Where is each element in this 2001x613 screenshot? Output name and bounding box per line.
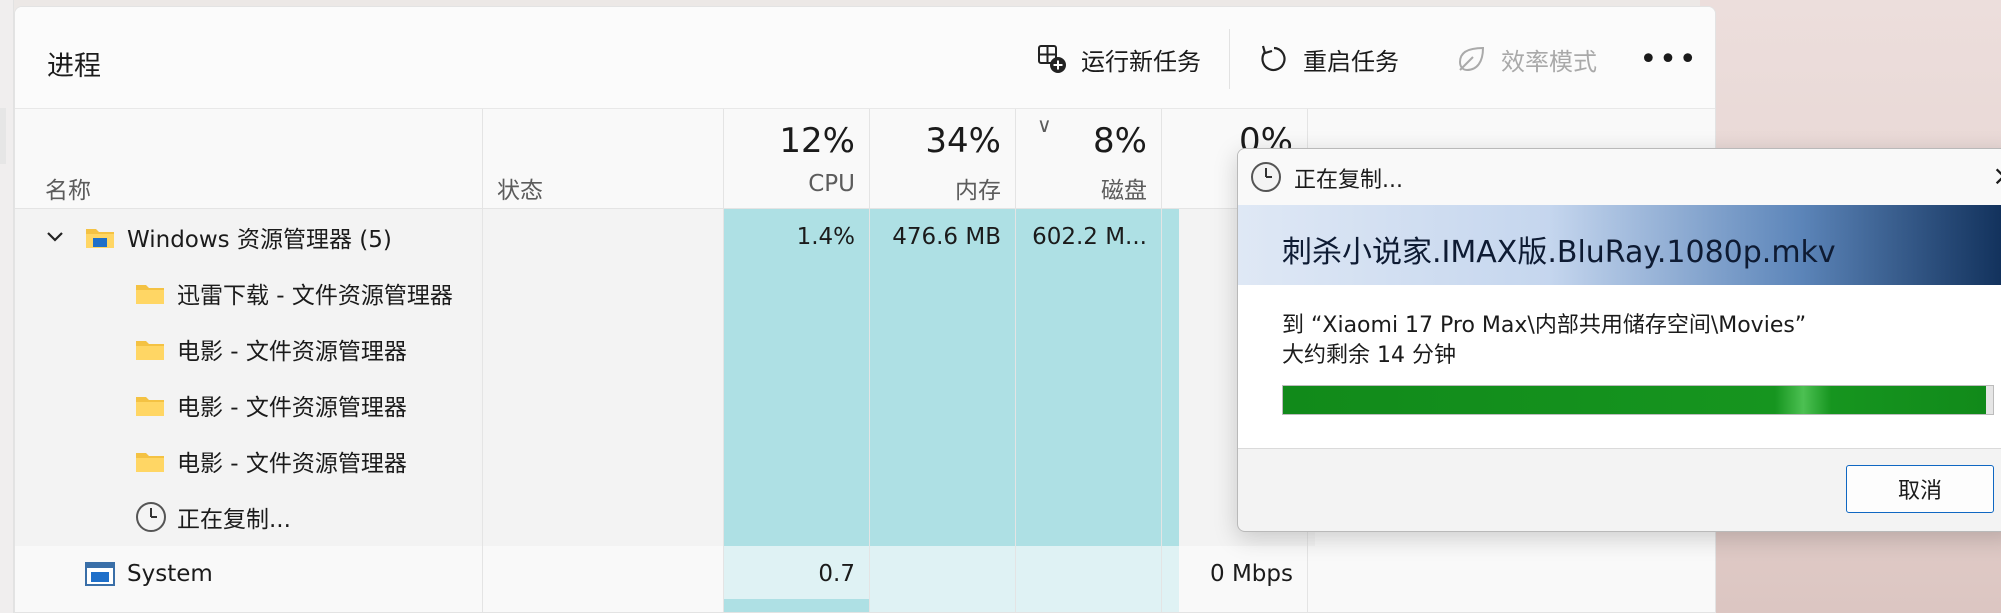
close-icon[interactable]: ×: [1992, 159, 2001, 192]
process-name: 电影 - 文件资源管理器: [177, 395, 407, 421]
chevron-down-icon[interactable]: [45, 227, 65, 247]
cpu-value: 1.4%: [796, 224, 855, 250]
dialog-body: 到 “Xiaomi 17 Pro Max\内部共用储存空间\Movies” 大约…: [1238, 285, 2001, 449]
table-row[interactable]: 迅雷下载 - 文件资源管理器: [15, 265, 1315, 321]
page-title: 进程: [47, 51, 101, 82]
dialog-banner: 刺杀小说家.IMAX版.BluRay.1080p.mkv: [1238, 205, 2001, 285]
process-name-cell: 电影 - 文件资源管理器: [135, 377, 407, 433]
table-row[interactable]: 电影 - 文件资源管理器: [15, 377, 1315, 433]
memory-label: 内存: [955, 178, 1001, 204]
more-options-button[interactable]: •••: [1639, 37, 1696, 81]
folder-icon: [136, 285, 164, 304]
efficiency-mode-button[interactable]: 效率模式: [1455, 33, 1597, 85]
column-header-status[interactable]: 状态: [15, 109, 723, 209]
process-name: 迅雷下载 - 文件资源管理器: [177, 283, 453, 309]
copy-filename: 刺杀小说家.IMAX版.BluRay.1080p.mkv: [1282, 235, 1836, 270]
memory-value: 476.6 MB: [892, 224, 1001, 250]
leaf-icon: [1458, 46, 1485, 72]
process-name-cell: 电影 - 文件资源管理器: [135, 433, 407, 489]
left-nav-strip: [0, 0, 14, 613]
table-row[interactable]: System 0.7 0 Mbps: [15, 546, 1315, 602]
column-header-status-label: 状态: [497, 178, 543, 204]
sort-chevron-icon: ∨: [1037, 113, 1052, 137]
copy-progress-dialog: 正在复制... × 刺杀小说家.IMAX版.BluRay.1080p.mkv 到…: [1237, 148, 2001, 532]
process-name-cell: System: [85, 546, 213, 602]
process-name: 正在复制...: [177, 507, 291, 533]
process-name: Windows 资源管理器 (5): [127, 227, 392, 253]
table-row[interactable]: 正在复制...: [15, 489, 1315, 545]
cpu-value: 0.7: [818, 561, 855, 587]
disk-total-percent: 8%: [1093, 121, 1147, 161]
disk-label: 磁盘: [1101, 178, 1147, 204]
cpu-label: CPU: [808, 171, 855, 197]
copy-progress-bar: [1282, 385, 1994, 415]
toolbar-separator: [1229, 29, 1230, 89]
process-name-cell: 正在复制...: [135, 489, 291, 545]
restart-task-label: 重启任务: [1303, 47, 1399, 76]
memory-total-percent: 34%: [925, 121, 1001, 161]
process-name-cell: 电影 - 文件资源管理器: [135, 321, 407, 377]
restart-icon: [1261, 45, 1286, 72]
run-new-task-button[interactable]: 运行新任务: [1035, 33, 1201, 85]
folder-icon: [136, 397, 164, 416]
process-name-cell: 迅雷下载 - 文件资源管理器: [135, 265, 453, 321]
clock-icon: [1251, 162, 1281, 192]
table-row[interactable]: 电影 - 文件资源管理器: [15, 321, 1315, 377]
efficiency-mode-label: 效率模式: [1501, 47, 1597, 76]
nav-selection-indicator: [0, 108, 6, 164]
system-window-icon: [85, 562, 115, 586]
column-header-cpu[interactable]: 12% CPU: [723, 109, 869, 209]
process-name: System: [127, 561, 213, 587]
table-row[interactable]: Windows 资源管理器 (5) 1.4% 476.6 MB 602.2 M.…: [15, 209, 1315, 265]
process-name: 电影 - 文件资源管理器: [177, 339, 407, 365]
copy-destination: 到 “Xiaomi 17 Pro Max\内部共用储存空间\Movies”: [1282, 313, 1807, 338]
progress-fill: [1283, 386, 1986, 414]
dialog-title-bar[interactable]: 正在复制... ×: [1238, 149, 2001, 205]
process-name: 电影 - 文件资源管理器: [177, 451, 407, 477]
dialog-title: 正在复制...: [1294, 168, 1403, 193]
process-name-cell: Windows 资源管理器 (5): [85, 209, 392, 265]
run-new-task-label: 运行新任务: [1081, 47, 1201, 76]
cancel-button[interactable]: 取消: [1846, 465, 1994, 513]
explorer-folder-icon: [86, 229, 114, 248]
table-row[interactable]: 电影 - 文件资源管理器: [15, 433, 1315, 489]
cpu-total-percent: 12%: [779, 121, 855, 161]
clock-icon: [136, 502, 166, 532]
column-header-memory[interactable]: 34% 内存: [869, 109, 1015, 209]
column-header-disk[interactable]: ∨ 8% 磁盘: [1015, 109, 1161, 209]
folder-icon: [136, 453, 164, 472]
restart-task-button[interactable]: 重启任务: [1257, 33, 1399, 85]
new-task-icon: [1038, 45, 1066, 73]
toolbar: 进程 运行新任务 重启任务 效率模式 •••: [15, 7, 1715, 109]
network-value: 0 Mbps: [1210, 561, 1293, 587]
disk-value: 602.2 M...: [1032, 224, 1147, 250]
time-remaining: 大约剩余 14 分钟: [1282, 343, 1456, 368]
folder-icon: [136, 341, 164, 360]
